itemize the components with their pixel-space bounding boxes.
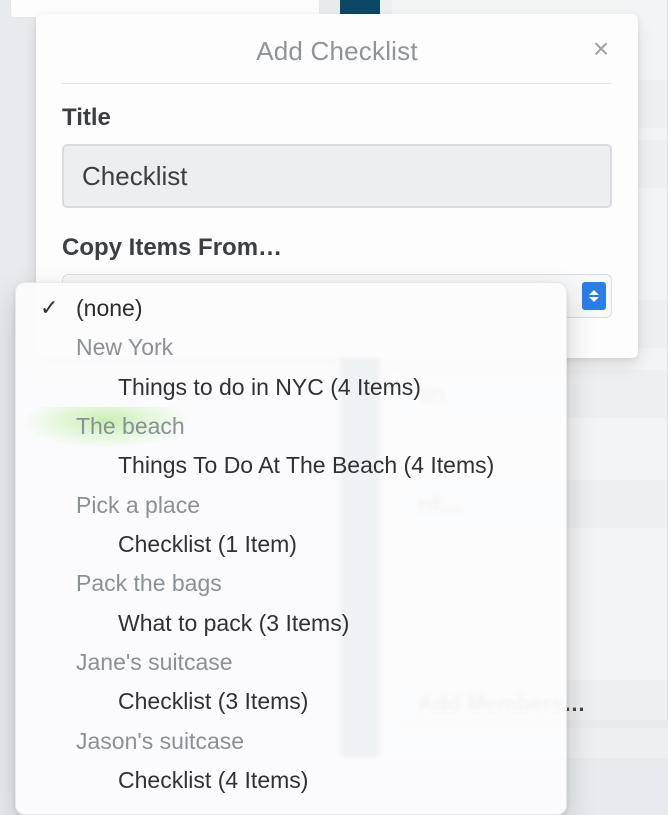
optgroup-label: Pack the bags [16, 564, 566, 603]
option-item[interactable]: Things To Do At The Beach (4 Items) [16, 446, 566, 485]
optgroup-label: Jane's suitcase [16, 643, 566, 682]
optgroup-label: The beach [16, 407, 566, 446]
select-arrows-icon [582, 282, 606, 310]
optgroup-label: Pick a place [16, 486, 566, 525]
checkmark-icon: ✓ [40, 292, 58, 324]
checklist-title-input[interactable] [62, 144, 612, 208]
option-label: (none) [76, 295, 142, 321]
optgroup-label: Jason's suitcase [16, 722, 566, 761]
option-item[interactable]: Checklist (1 Item) [16, 525, 566, 564]
option-item[interactable]: What to pack (3 Items) [16, 604, 566, 643]
close-icon[interactable]: × [586, 34, 616, 64]
copy-from-dropdown: ✓ (none) New York Things to do in NYC (4… [15, 282, 567, 815]
option-item[interactable]: Checklist (4 Items) [16, 761, 566, 800]
title-label: Title [62, 104, 612, 132]
option-none[interactable]: ✓ (none) [16, 289, 566, 328]
option-item[interactable]: Things to do in NYC (4 Items) [16, 368, 566, 407]
copy-from-label: Copy Items From… [62, 234, 612, 262]
option-item[interactable]: Checklist (3 Items) [16, 682, 566, 721]
popover-title: Add Checklist [256, 36, 418, 67]
optgroup-label: New York [16, 328, 566, 367]
